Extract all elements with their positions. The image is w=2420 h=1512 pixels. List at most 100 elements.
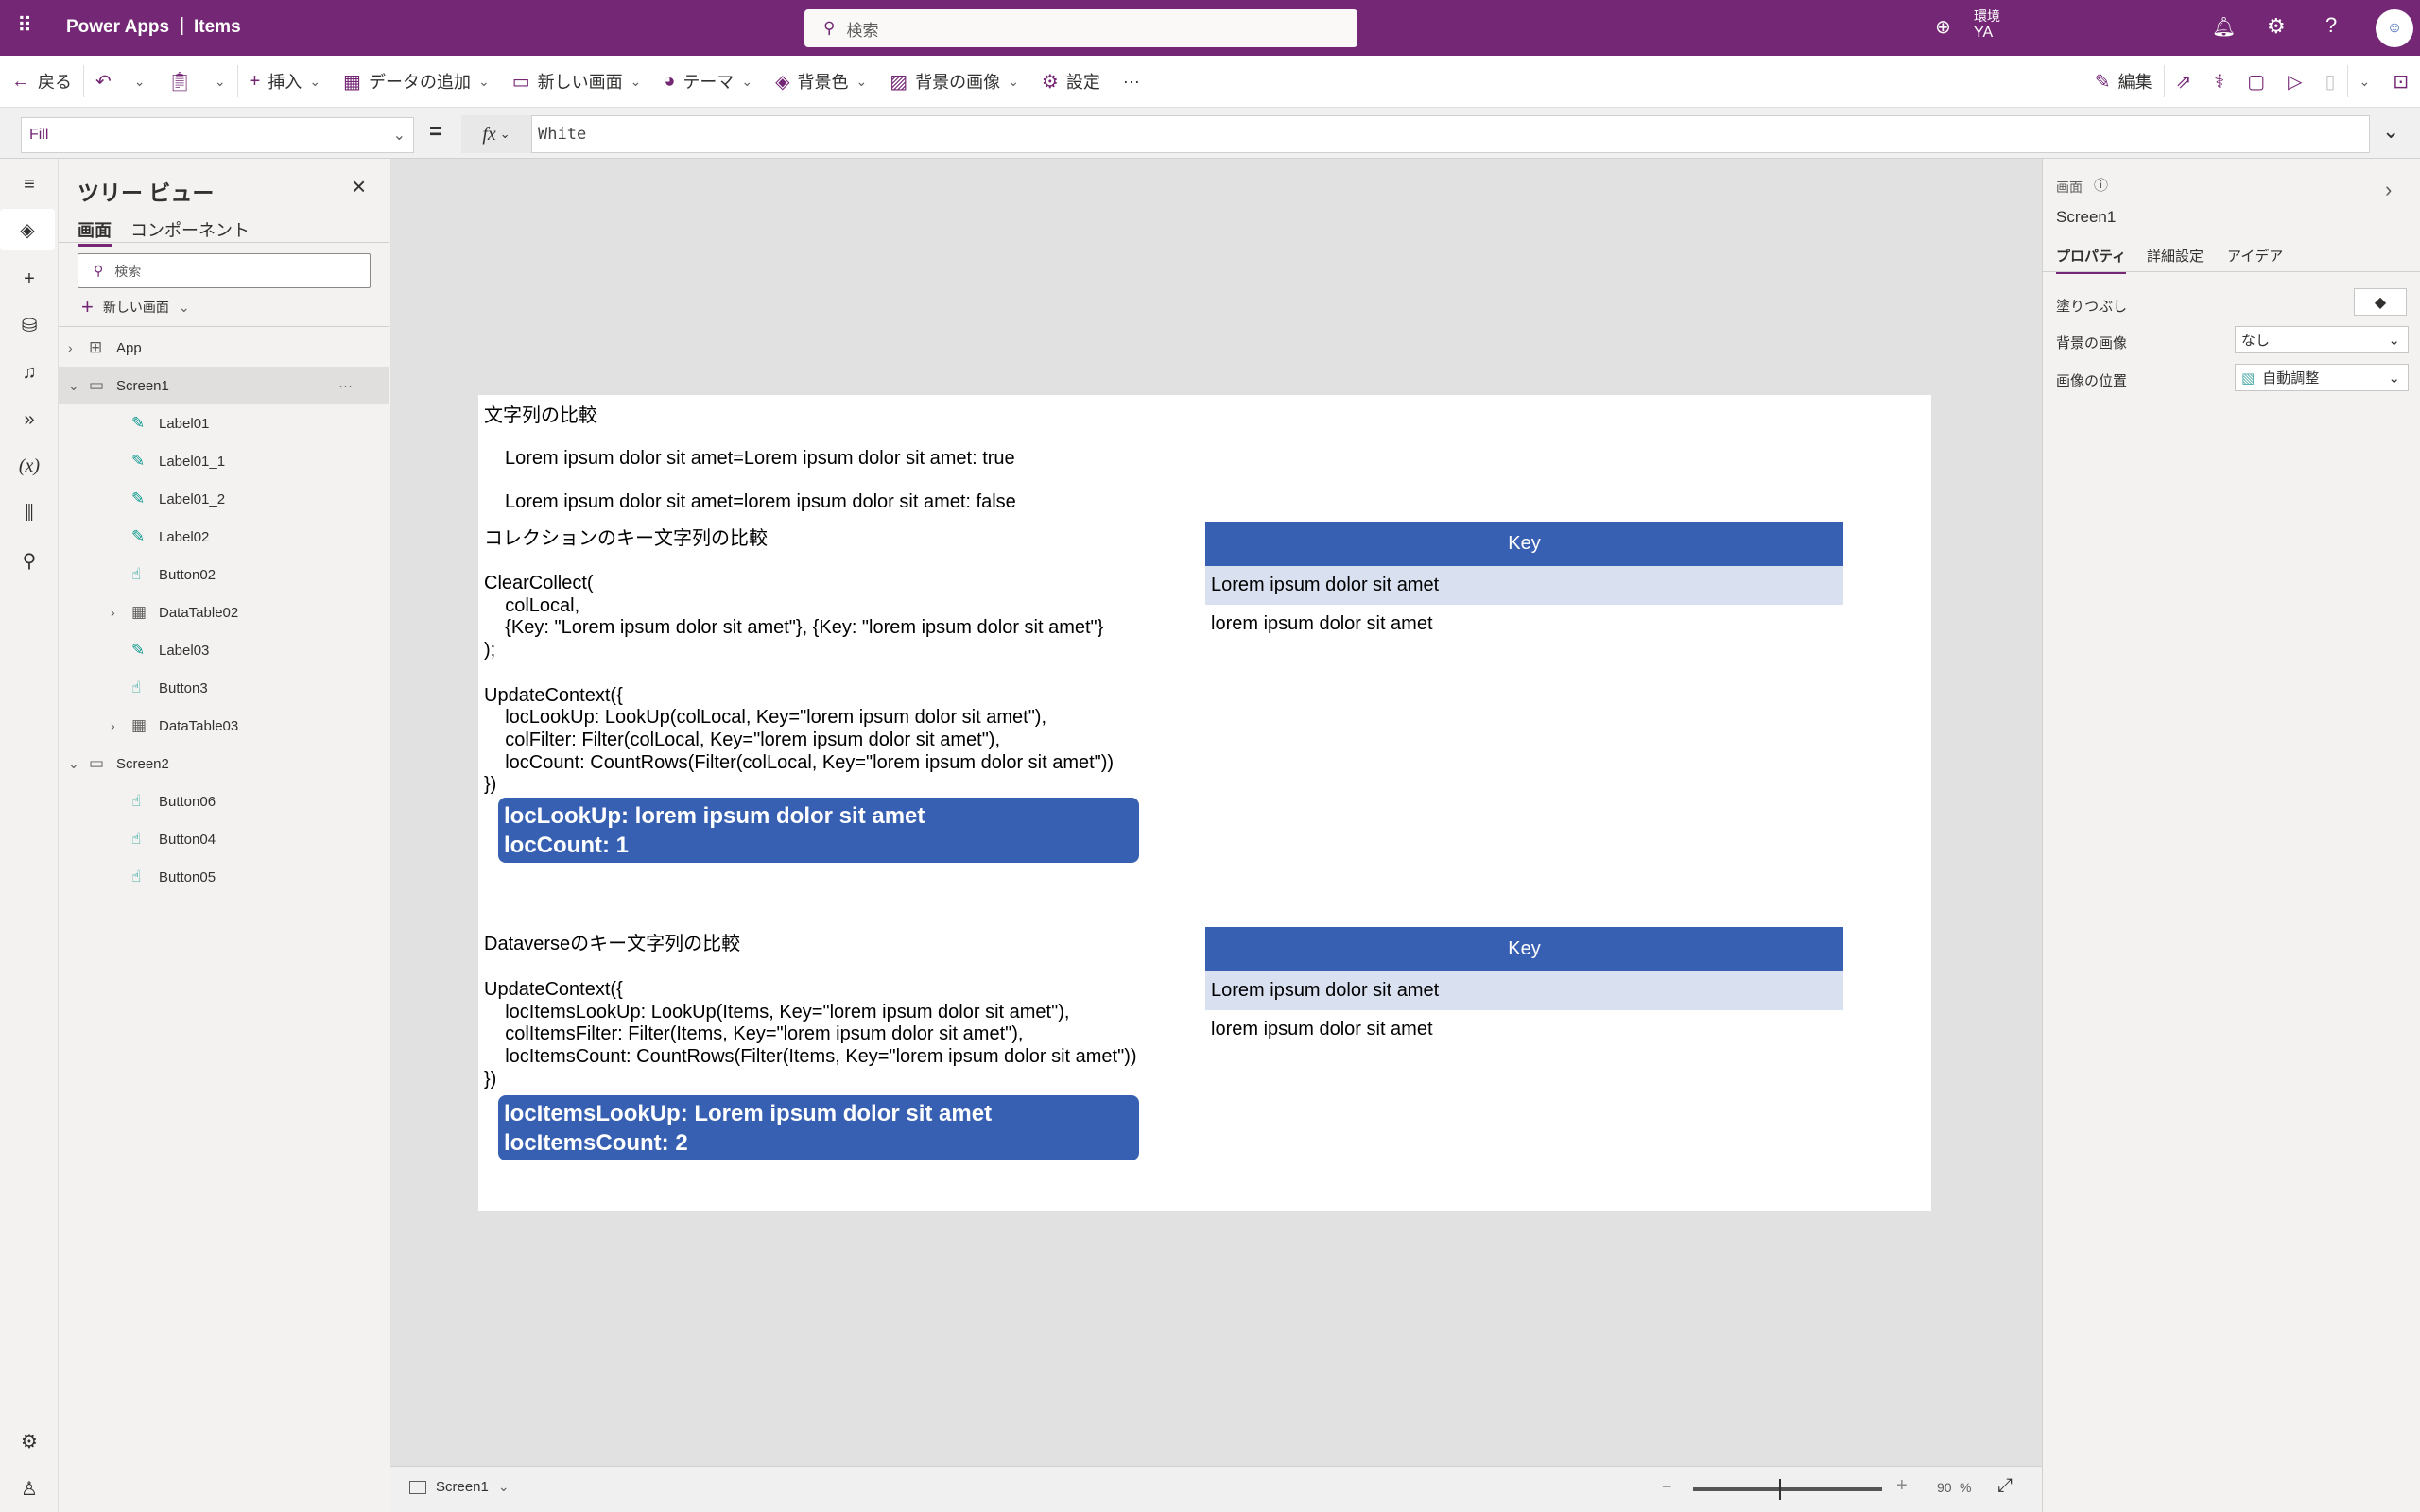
chevron-down-icon[interactable]: ⌄	[68, 756, 79, 772]
chevron-right-icon[interactable]: ›	[68, 340, 73, 355]
tree-item-label03[interactable]: ✎ Label03	[59, 631, 389, 669]
table-row[interactable]: Lorem ipsum dolor sit amet	[1205, 566, 1843, 605]
help-icon[interactable]: ?	[2325, 13, 2337, 38]
data-table-03[interactable]: Key Lorem ipsum dolor sit amet lorem ips…	[1205, 927, 1843, 1049]
close-icon[interactable]: ×	[352, 172, 366, 201]
data-table-02[interactable]: Key Lorem ipsum dolor sit amet lorem ips…	[1205, 522, 1843, 644]
app-launcher-icon[interactable]: ⠿	[17, 13, 32, 38]
help-circle-icon[interactable]: ⓘ	[2094, 175, 2108, 195]
tree-item-screen1[interactable]: ⌄ ▭ Screen1 ···	[59, 367, 389, 404]
table-row[interactable]: Lorem ipsum dolor sit amet	[1205, 971, 1843, 1010]
global-search-input[interactable]: ⚲ 検索	[804, 9, 1357, 47]
back-button[interactable]: ← 戻る	[0, 56, 83, 107]
tree-view-layers-icon[interactable]: ◈	[0, 209, 55, 250]
settings-gear-icon[interactable]: ⚙	[0, 1420, 59, 1462]
tree-item-button06[interactable]: ☝ Button06	[59, 782, 389, 820]
advanced-tools-icon[interactable]: ⫼	[0, 492, 59, 534]
screen-selector[interactable]: Screen1 ⌄	[409, 1479, 510, 1495]
publish-button[interactable]: ⊡	[2381, 56, 2420, 107]
formula-bar: Fill ⌄ = fx ⌄ White ⌄	[0, 108, 2420, 159]
fx-button[interactable]: fx ⌄	[461, 115, 531, 153]
add-data-button[interactable]: ▦ データの追加 ⌄	[332, 56, 501, 107]
tree-search-input[interactable]: ⚲ 検索	[78, 253, 371, 288]
new-screen-button[interactable]: + 新しい画面 ⌄	[81, 295, 190, 319]
chevron-right-icon[interactable]: ›	[111, 605, 115, 620]
edit-button[interactable]: ✎ 編集	[2083, 56, 2164, 107]
avatar[interactable]: ☺	[2376, 9, 2413, 47]
control-name[interactable]: Screen1	[2056, 208, 2116, 227]
undo-button[interactable]: ↶	[84, 56, 123, 107]
tree-item-label01_2[interactable]: ✎ Label01_2	[59, 480, 389, 518]
image-position-dropdown[interactable]: ▧ 自動調整 ⌄	[2235, 364, 2409, 391]
settings-button[interactable]: ⚙ 設定	[1030, 56, 1112, 107]
tree-item-button3[interactable]: ☝ Button3	[59, 669, 389, 707]
fit-to-window-icon[interactable]: ⤢	[1997, 1475, 2013, 1497]
environment-name[interactable]: YA	[1974, 25, 1993, 42]
property-dropdown[interactable]: Fill ⌄	[21, 117, 414, 153]
label-compare-true[interactable]: Lorem ipsum dolor sit amet=Lorem ipsum d…	[505, 448, 1015, 471]
variables-icon[interactable]: (x)	[0, 445, 59, 487]
zoom-out-button[interactable]: −	[1662, 1477, 1672, 1497]
tab-properties[interactable]: プロパティ	[2056, 246, 2127, 274]
background-image-dropdown[interactable]: なし ⌄	[2235, 326, 2409, 353]
screen1-canvas[interactable]: 文字列の比較 Lorem ipsum dolor sit amet=Lorem …	[478, 395, 1931, 1211]
tab-components[interactable]: コンポーネント	[130, 217, 250, 242]
tree-item-button02[interactable]: ☝ Button02	[59, 556, 389, 593]
environment-icon[interactable]: ⊕	[1935, 15, 1951, 39]
background-color-button[interactable]: ◈ 背景色 ⌄	[764, 56, 878, 107]
new-screen-button[interactable]: ▭ 新しい画面 ⌄	[501, 56, 653, 107]
save-button[interactable]: ▯	[2313, 56, 2346, 107]
media-icon[interactable]: ♫	[0, 352, 59, 393]
virtual-agent-icon[interactable]: ♙	[0, 1468, 59, 1509]
paste-dropdown[interactable]: ⌄	[203, 56, 237, 107]
label-collection-code[interactable]: ClearCollect( colLocal, {Key: "Lorem ips…	[484, 573, 1114, 797]
power-automate-icon[interactable]: »	[0, 399, 59, 440]
collection-result-button[interactable]: locLookUp: lorem ipsum dolor sit amet lo…	[498, 798, 1139, 863]
settings-gear-icon[interactable]: ⚙	[2267, 14, 2286, 39]
comments-button[interactable]: ▢	[2236, 56, 2276, 107]
share-button[interactable]: ⇗	[2165, 56, 2204, 107]
label-dataverse-code[interactable]: UpdateContext({ locItemsLookUp: LookUp(I…	[484, 979, 1137, 1091]
undo-dropdown[interactable]: ⌄	[123, 56, 157, 107]
insert-plus-icon[interactable]: +	[0, 258, 59, 300]
app-checker-button[interactable]: ⚕	[2203, 56, 2236, 107]
column-header-key[interactable]: Key	[1205, 927, 1843, 971]
theme-button[interactable]: ◕ テーマ ⌄	[652, 56, 764, 107]
more-button[interactable]: ···	[1112, 56, 1151, 107]
table-row[interactable]: lorem ipsum dolor sit amet	[1205, 1010, 1843, 1049]
dataverse-result-button[interactable]: locItemsLookUp: Lorem ipsum dolor sit am…	[498, 1095, 1139, 1160]
search-icon[interactable]: ⚲	[0, 540, 59, 581]
zoom-in-button[interactable]: +	[1896, 1475, 1908, 1497]
save-dropdown[interactable]: ⌄	[2348, 56, 2382, 107]
tree-item-datatable02[interactable]: › ▦ DataTable02	[59, 593, 389, 631]
tree-item-screen2[interactable]: ⌄ ▭ Screen2	[59, 745, 389, 782]
tree-item-label02[interactable]: ✎ Label02	[59, 518, 389, 556]
tab-advanced[interactable]: 詳細設定	[2147, 246, 2204, 266]
tree-item-app[interactable]: › ⊞ App	[59, 329, 389, 367]
chevron-right-icon[interactable]: ›	[2385, 178, 2392, 202]
preview-button[interactable]: ▷	[2276, 56, 2313, 107]
tree-item-label01_1[interactable]: ✎ Label01_1	[59, 442, 389, 480]
fill-color-picker[interactable]: ◆	[2354, 288, 2407, 316]
tab-ideas[interactable]: アイデア	[2227, 246, 2283, 266]
background-image-button[interactable]: ▨ 背景の画像 ⌄	[878, 56, 1030, 107]
tree-item-label01[interactable]: ✎ Label01	[59, 404, 389, 442]
label-compare-false[interactable]: Lorem ipsum dolor sit amet=lorem ipsum d…	[505, 491, 1016, 514]
formula-input[interactable]: White	[531, 115, 2370, 153]
column-header-key[interactable]: Key	[1205, 522, 1843, 566]
hamburger-menu-icon[interactable]: ≡	[0, 163, 59, 205]
chevron-right-icon[interactable]: ›	[111, 718, 115, 733]
insert-button[interactable]: + 挿入 ⌄	[238, 56, 332, 107]
notification-bell-icon[interactable]: 🔔︎	[2212, 15, 2236, 39]
table-row[interactable]: lorem ipsum dolor sit amet	[1205, 605, 1843, 644]
expand-formula-chevron-icon[interactable]: ⌄	[2382, 119, 2399, 144]
zoom-slider[interactable]	[1693, 1479, 1882, 1500]
more-options-icon[interactable]: ···	[338, 378, 353, 394]
chevron-down-icon[interactable]: ⌄	[68, 378, 79, 394]
tree-item-button04[interactable]: ☝ Button04	[59, 820, 389, 858]
zoom-slider-thumb[interactable]	[1779, 1479, 1781, 1500]
data-cylinder-icon[interactable]: ⛁	[0, 304, 59, 346]
tree-item-datatable03[interactable]: › ▦ DataTable03	[59, 707, 389, 745]
tree-item-button05[interactable]: ☝ Button05	[59, 858, 389, 896]
paste-button[interactable]: 📋︎	[157, 56, 203, 107]
